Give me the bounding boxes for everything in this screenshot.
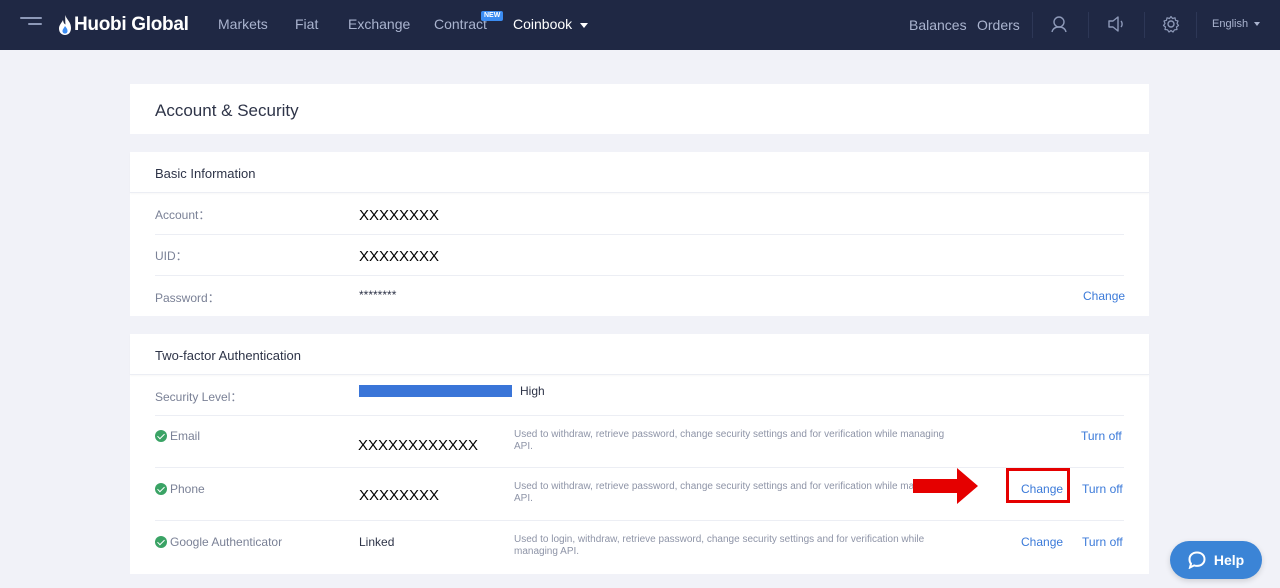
section-header: Two-factor Authentication <box>130 334 1149 375</box>
account-label: Account： <box>155 208 211 222</box>
phone-change-link[interactable]: Change <box>1021 482 1063 496</box>
phone-row: Phone XXXXXXXX Used to withdraw, retriev… <box>155 467 1124 521</box>
security-level-value: High <box>520 384 545 398</box>
uid-label: UID： <box>155 249 188 263</box>
google-auth-label: Google Authenticator <box>170 535 283 549</box>
language-label: English <box>1212 18 1249 30</box>
google-auth-value: Linked <box>359 535 395 549</box>
nav-markets[interactable]: Markets <box>218 16 268 32</box>
language-selector[interactable]: English <box>1212 18 1261 30</box>
email-description: Used to withdraw, retrieve password, cha… <box>514 429 945 452</box>
nav-orders[interactable]: Orders <box>977 17 1020 33</box>
gear-icon[interactable] <box>1162 15 1180 33</box>
email-label: Email <box>170 429 201 443</box>
account-value: XXXXXXXX <box>359 207 440 224</box>
brand-name: Huobi Global <box>74 14 189 35</box>
phone-value: XXXXXXXX <box>359 487 440 504</box>
flame-icon <box>59 15 71 35</box>
speaker-icon[interactable] <box>1107 15 1125 33</box>
nav-exchange[interactable]: Exchange <box>348 16 410 32</box>
chevron-down-icon <box>1254 22 1261 27</box>
page-title-card: Account & Security <box>130 84 1149 134</box>
chat-bubble-icon <box>1188 551 1206 569</box>
password-row: Password： ******** Change <box>155 275 1125 316</box>
email-label-wrap: Email <box>155 429 200 443</box>
check-circle-icon <box>155 483 167 495</box>
section-title: Basic Information <box>155 166 256 181</box>
nav-divider <box>1032 12 1033 38</box>
section-title: Two-factor Authentication <box>155 348 301 363</box>
security-level-bar <box>359 385 512 397</box>
top-navbar: Huobi Global Markets Fiat Exchange Contr… <box>0 0 1280 50</box>
phone-label-wrap: Phone <box>155 482 205 496</box>
nav-coinbook-dropdown[interactable]: Coinbook <box>513 16 589 32</box>
google-auth-change-link[interactable]: Change <box>1021 535 1063 549</box>
page-title: Account & Security <box>155 101 299 120</box>
security-level-row: Security Level： High <box>155 375 1124 416</box>
uid-value: XXXXXXXX <box>359 248 440 265</box>
phone-turn-off-link[interactable]: Turn off <box>1082 482 1123 496</box>
check-circle-icon <box>155 430 167 442</box>
nav-divider <box>1144 12 1145 38</box>
nav-contract[interactable]: Contract <box>434 16 487 32</box>
google-auth-description: Used to login, withdraw, retrieve passwo… <box>514 534 925 557</box>
menu-icon[interactable] <box>20 17 42 31</box>
email-turn-off-link[interactable]: Turn off <box>1081 429 1122 443</box>
check-circle-icon <box>155 536 167 548</box>
password-value: ******** <box>359 288 397 302</box>
nav-divider <box>1196 12 1197 38</box>
basic-information-card: Basic Information Account： XXXXXXXX UID：… <box>130 152 1149 316</box>
help-button[interactable]: Help <box>1170 541 1262 579</box>
brand-logo[interactable]: Huobi Global <box>58 12 189 38</box>
new-badge: NEW <box>481 11 504 21</box>
account-row: Account： XXXXXXXX <box>155 193 1124 235</box>
red-arrow-annotation-icon <box>913 468 978 504</box>
nav-divider <box>1088 12 1089 38</box>
help-label: Help <box>1213 552 1245 568</box>
coinbook-label: Coinbook <box>513 16 573 32</box>
nav-fiat[interactable]: Fiat <box>295 16 318 32</box>
chevron-down-icon <box>580 22 589 28</box>
nav-balances[interactable]: Balances <box>909 17 967 33</box>
password-label: Password： <box>155 291 220 305</box>
user-icon[interactable] <box>1050 15 1068 33</box>
change-password-link[interactable]: Change <box>1083 289 1125 303</box>
google-auth-label-wrap: Google Authenticator <box>155 535 282 549</box>
google-authenticator-row: Google Authenticator Linked Used to logi… <box>155 520 1124 574</box>
email-row: Email XXXXXXXXXXXX Used to withdraw, ret… <box>155 415 1124 468</box>
phone-label: Phone <box>170 482 205 496</box>
email-value: XXXXXXXXXXXX <box>358 437 479 454</box>
two-factor-card: Two-factor Authentication Security Level… <box>130 334 1149 574</box>
section-header: Basic Information <box>130 152 1149 193</box>
uid-row: UID： XXXXXXXX <box>155 234 1124 276</box>
phone-description: Used to withdraw, retrieve password, cha… <box>514 481 945 504</box>
security-level-label: Security Level： <box>155 390 243 404</box>
google-auth-turn-off-link[interactable]: Turn off <box>1082 535 1123 549</box>
